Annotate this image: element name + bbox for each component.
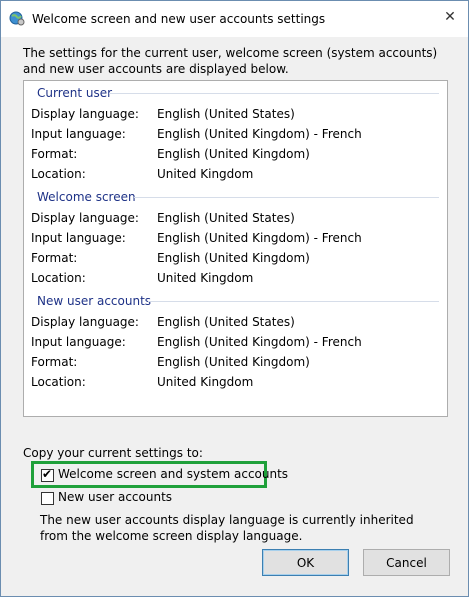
copy-settings-label: Copy your current settings to: [23, 446, 203, 460]
section-header-welcome-screen: Welcome screen [37, 190, 136, 204]
row-label: Display language: [31, 211, 139, 225]
inheritance-note: The new user accounts display language i… [40, 513, 414, 543]
row-value: English (United States) [157, 315, 295, 329]
ok-button[interactable]: OK [262, 549, 349, 576]
row-label: Input language: [31, 127, 126, 141]
section-header-new-user-accounts: New user accounts [37, 294, 152, 308]
section-divider [134, 197, 439, 198]
row-value: United Kingdom [157, 271, 254, 285]
settings-panel: Current user Display language: English (… [23, 80, 448, 417]
row-label: Location: [31, 375, 86, 389]
row-value: United Kingdom [157, 167, 254, 181]
new-user-accounts-checkbox[interactable] [41, 492, 54, 505]
row-label: Format: [31, 251, 78, 265]
row-label: Display language: [31, 107, 139, 121]
welcome-screen-checkbox[interactable]: ✔ [41, 467, 54, 482]
row-value: English (United Kingdom) [157, 355, 310, 369]
row-value: English (United Kingdom) - French [157, 127, 362, 141]
row-label: Display language: [31, 315, 139, 329]
row-label: Location: [31, 167, 86, 181]
section-header-current-user: Current user [37, 86, 113, 100]
section-divider [148, 301, 439, 302]
close-button[interactable]: ✕ [434, 3, 466, 31]
settings-dialog: Welcome screen and new user accounts set… [0, 0, 469, 597]
row-value: English (United States) [157, 107, 295, 121]
cancel-button[interactable]: Cancel [363, 549, 450, 576]
welcome-screen-checkbox-label[interactable]: Welcome screen and system accounts [58, 467, 288, 481]
close-icon: ✕ [444, 9, 456, 25]
row-label: Input language: [31, 335, 126, 349]
row-value: English (United Kingdom) - French [157, 335, 362, 349]
title-bar: Welcome screen and new user accounts set… [1, 1, 468, 37]
row-value: United Kingdom [157, 375, 254, 389]
section-divider [109, 93, 439, 94]
intro-text: The settings for the current user, welco… [23, 46, 438, 76]
row-value: English (United Kingdom) [157, 147, 310, 161]
checkmark-icon: ✔ [42, 467, 53, 481]
row-value: English (United Kingdom) [157, 251, 310, 265]
row-label: Format: [31, 355, 78, 369]
row-label: Input language: [31, 231, 126, 245]
row-label: Location: [31, 271, 86, 285]
new-user-accounts-checkbox-label[interactable]: New user accounts [58, 490, 172, 504]
window-title: Welcome screen and new user accounts set… [32, 12, 326, 26]
globe-settings-icon [9, 10, 25, 26]
row-value: English (United Kingdom) - French [157, 231, 362, 245]
row-value: English (United States) [157, 211, 295, 225]
row-label: Format: [31, 147, 78, 161]
